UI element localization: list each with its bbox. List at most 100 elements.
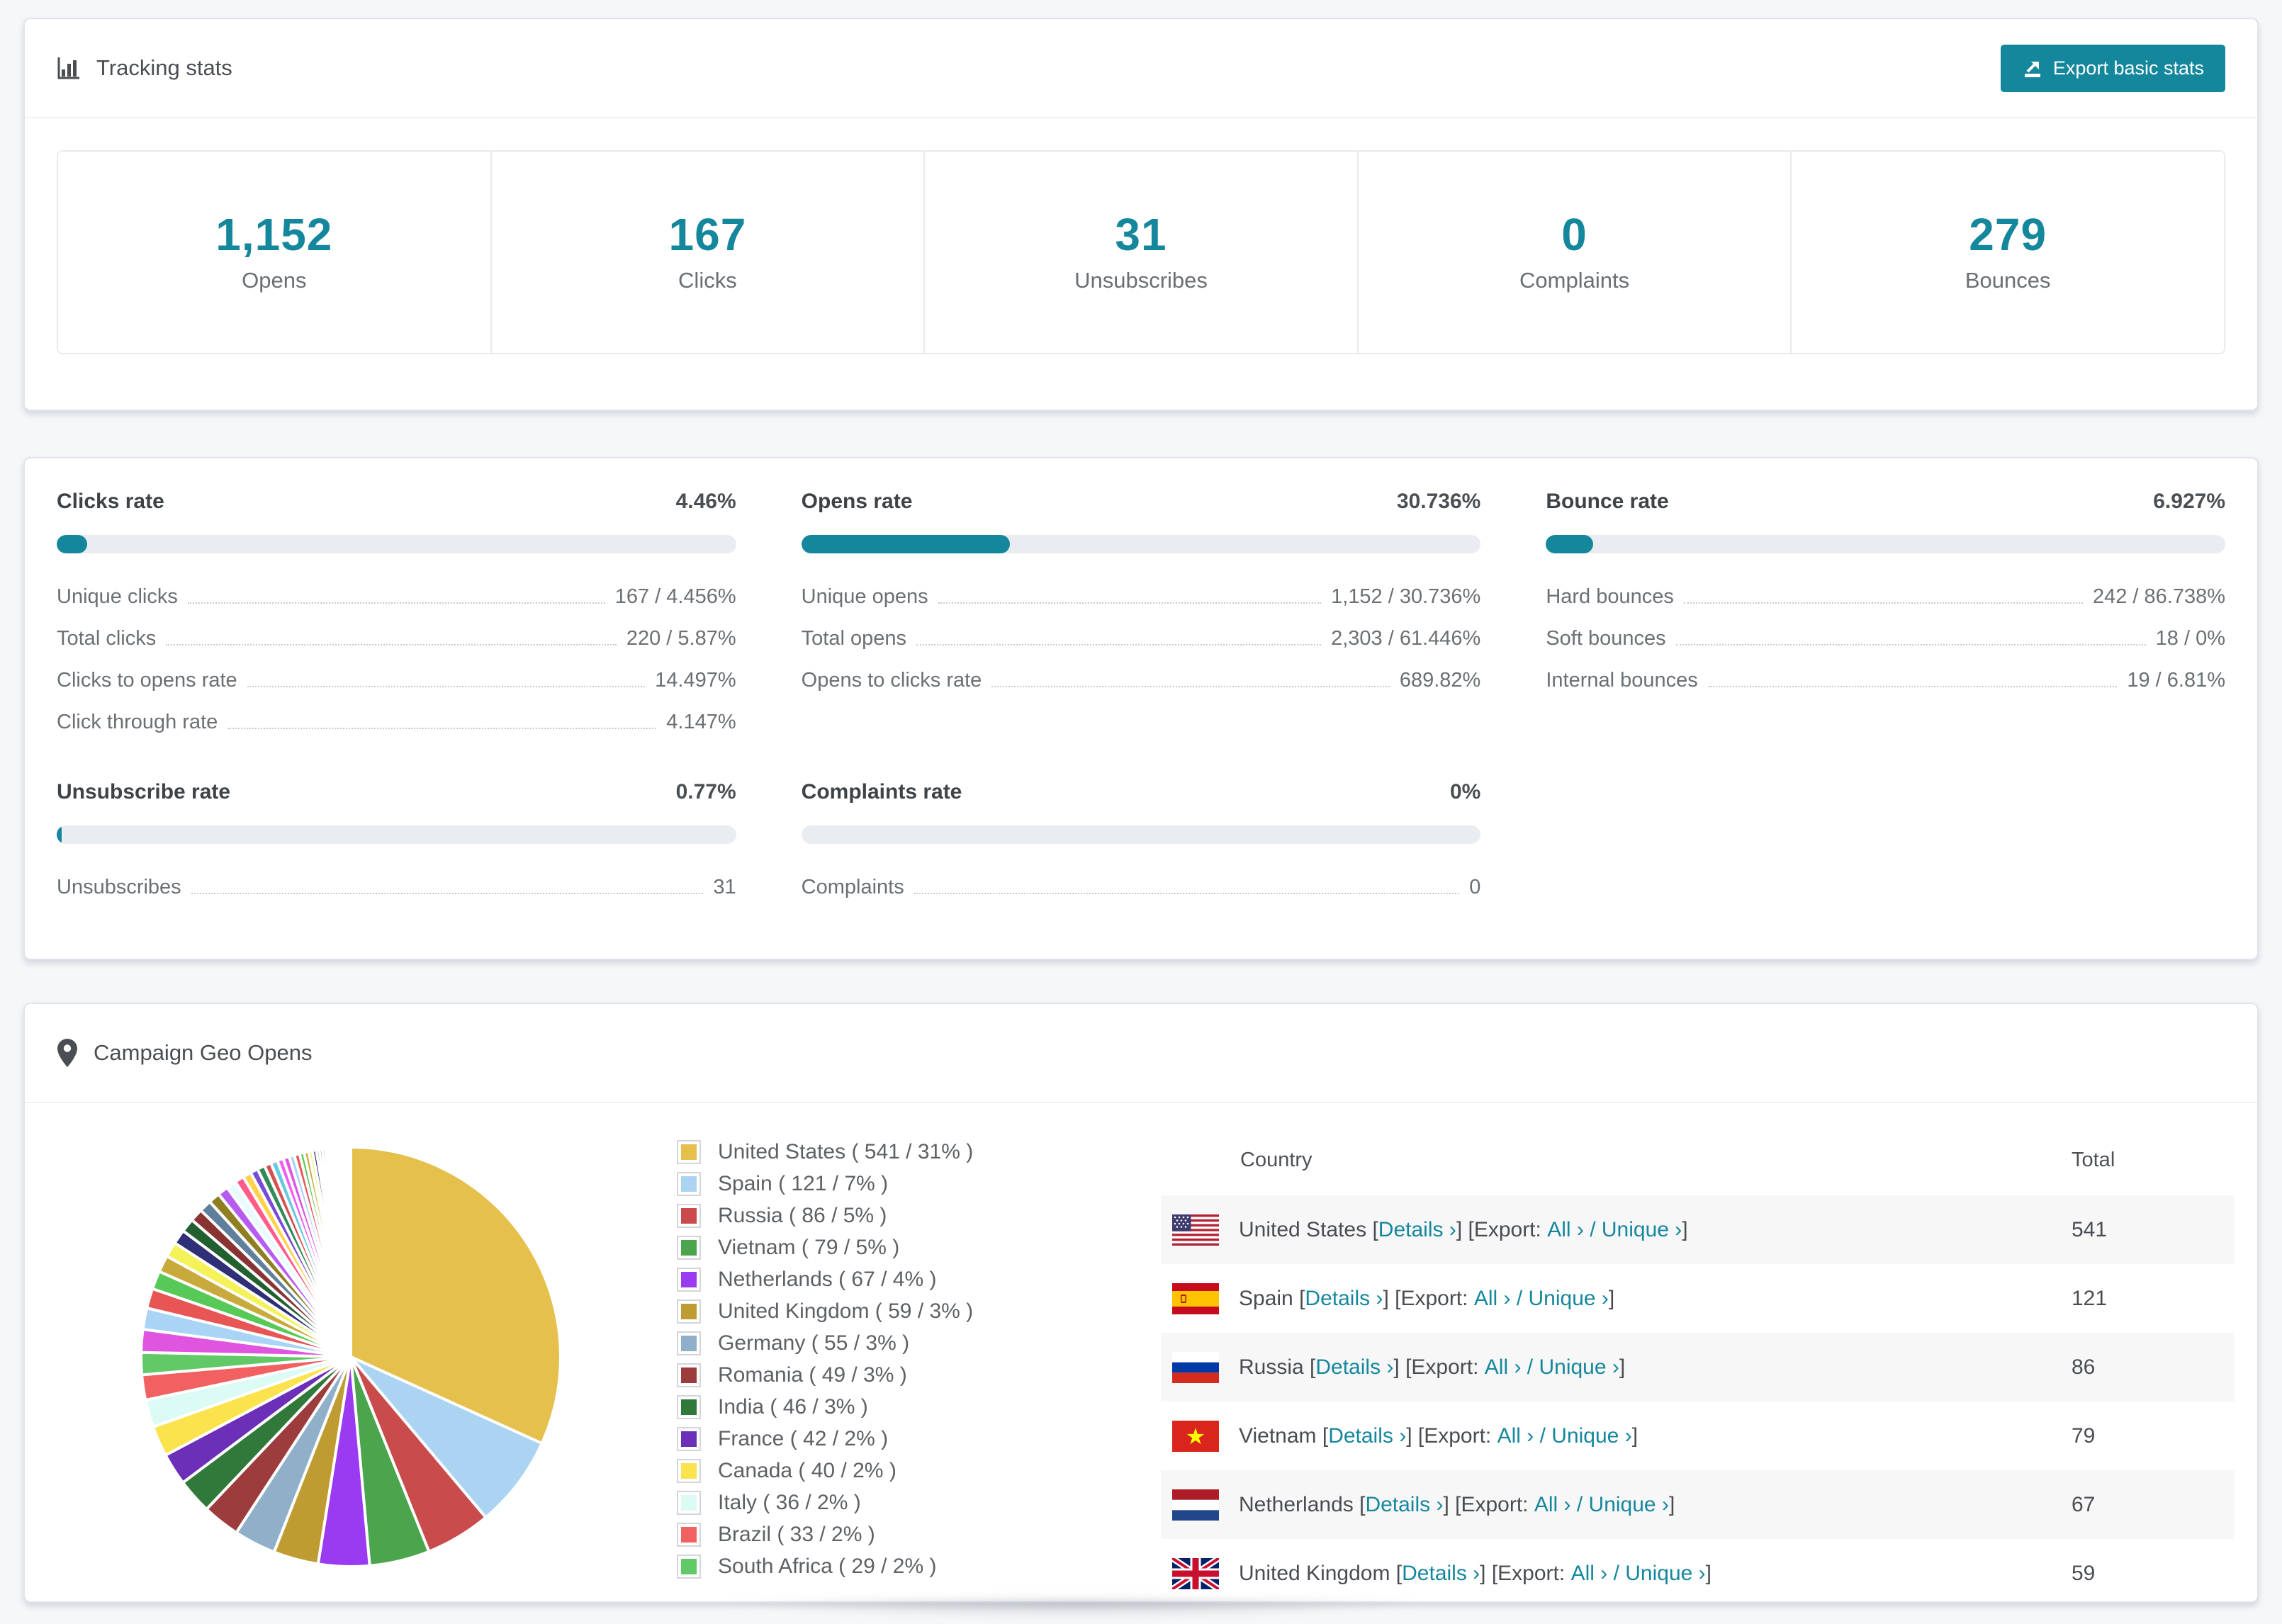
rate-title: Clicks rate: [57, 490, 164, 513]
export-all-link[interactable]: All ›: [1571, 1562, 1608, 1586]
rate-stat-label: Click through rate: [57, 711, 218, 733]
rate-stat-value: 19 / 6.81%: [2127, 669, 2225, 692]
legend-item-india: India ( 46 / 3% ): [677, 1395, 973, 1419]
stat-box-clicks: 167 Clicks: [490, 152, 924, 353]
details-link[interactable]: Details ›: [1315, 1355, 1393, 1380]
legend-swatch-icon: [677, 1491, 701, 1515]
legend-item-united-kingdom: United Kingdom ( 59 / 3% ): [677, 1299, 973, 1324]
details-link[interactable]: Details ›: [1328, 1424, 1406, 1448]
export-unique-link[interactable]: Unique ›: [1625, 1562, 1705, 1586]
stat-box-unsubscribes: 31 Unsubscribes: [923, 152, 1357, 353]
export-unique-link[interactable]: Unique ›: [1529, 1287, 1609, 1311]
geo-table-header-country: Country: [1161, 1149, 2072, 1172]
progress-bar-fill: [57, 825, 62, 844]
legend-label: Spain ( 121 / 7% ): [718, 1172, 889, 1195]
stat-label: Complaints: [1519, 268, 1630, 293]
export-all-link[interactable]: All ›: [1497, 1424, 1534, 1448]
dotted-leader: [166, 644, 617, 645]
legend-label: Canada ( 40 / 2% ): [718, 1459, 896, 1482]
legend-item-brazil: Brazil ( 33 / 2% ): [677, 1523, 973, 1547]
legend-label: United States ( 541 / 31% ): [718, 1140, 974, 1163]
legend-item-spain: Spain ( 121 / 7% ): [677, 1172, 973, 1196]
rate-title: Complaints rate: [801, 780, 962, 803]
slash-separator: /: [1570, 1492, 1589, 1516]
pie-svg: [140, 1145, 562, 1568]
country-cell: United Kingdom [Details ›] [Export: All …: [1161, 1555, 2072, 1592]
geo-pie-chart: [131, 1137, 570, 1580]
progress-bar: [1546, 535, 2225, 553]
export-basic-stats-button[interactable]: Export basic stats: [2000, 44, 2225, 92]
export-all-link[interactable]: All ›: [1547, 1218, 1584, 1242]
legend-swatch-icon: [677, 1204, 701, 1228]
gb-flag-icon: [1170, 1555, 1221, 1592]
us-flag-icon: [1172, 1214, 1219, 1246]
bracket-text: ] [Export:: [1443, 1492, 1534, 1516]
rate-stat-row: Total opens 2,303 / 61.446%: [802, 618, 1481, 660]
rate-head: Complaints rate 0%: [802, 780, 1481, 804]
table-row-united-kingdom: United Kingdom [Details ›] [Export: All …: [1161, 1539, 2235, 1601]
rate-stat-row: Unique opens 1,152 / 30.736%: [802, 576, 1481, 618]
legend-label: France ( 42 / 2% ): [718, 1427, 889, 1450]
rate-stat-value: 18 / 0%: [2155, 627, 2225, 650]
geo-body: United States ( 541 / 31% ) Spain ( 121 /…: [25, 1103, 2257, 1601]
dotted-leader: [227, 728, 657, 729]
legend-label: Netherlands ( 67 / 4% ): [718, 1268, 937, 1291]
dotted-leader: [914, 893, 1460, 894]
bar-chart-icon: [57, 57, 79, 79]
stat-value: 1,152: [215, 209, 333, 260]
details-link[interactable]: Details ›: [1305, 1287, 1383, 1311]
geo-card-header: Campaign Geo Opens: [25, 1004, 2257, 1103]
rate-stat-label: Hard bounces: [1546, 585, 1674, 608]
rate-stat-row: Clicks to opens rate 14.497%: [57, 660, 736, 701]
rate-stat-value: 220 / 5.87%: [626, 627, 736, 650]
stat-box-opens: 1,152 Opens: [58, 152, 490, 353]
legend-swatch-icon: [677, 1299, 701, 1324]
legend-swatch-icon: [677, 1268, 701, 1292]
details-link[interactable]: Details ›: [1365, 1493, 1443, 1517]
legend-item-canada: Canada ( 40 / 2% ): [677, 1459, 973, 1483]
slash-separator: /: [1510, 1286, 1529, 1310]
rate-stat-label: Unsubscribes: [57, 876, 181, 898]
details-link[interactable]: Details ›: [1402, 1562, 1480, 1586]
export-unique-link[interactable]: Unique ›: [1589, 1493, 1669, 1517]
details-link[interactable]: Details ›: [1378, 1218, 1456, 1242]
total-cell: 121: [2072, 1286, 2108, 1310]
country-name: United States [: [1239, 1217, 1378, 1241]
total-cell: 541: [2072, 1217, 2108, 1241]
progress-bar-fill: [801, 535, 1011, 553]
export-all-link[interactable]: All ›: [1534, 1493, 1571, 1517]
export-icon: [2024, 62, 2040, 77]
progress-bar-fill: [57, 535, 87, 553]
bottom-shadow: [680, 1600, 1467, 1624]
export-unique-link[interactable]: Unique ›: [1539, 1355, 1619, 1380]
legend-swatch-icon: [677, 1427, 701, 1451]
export-all-link[interactable]: All ›: [1485, 1355, 1522, 1380]
export-all-link[interactable]: All ›: [1474, 1287, 1511, 1311]
rate-percent-value: 4.46%: [675, 490, 736, 513]
stat-label: Opens: [242, 268, 307, 293]
rate-title: Opens rate: [801, 490, 913, 513]
rate-stat-row: Total clicks 220 / 5.87%: [57, 618, 736, 660]
legend-swatch-icon: [677, 1555, 701, 1579]
rate-stat-value: 4.147%: [666, 711, 736, 733]
rate-title: Bounce rate: [1546, 490, 1669, 513]
stat-value: 279: [1969, 209, 2047, 260]
legend-item-south-africa: South Africa ( 29 / 2% ): [677, 1555, 973, 1579]
bracket-text: ] [Export:: [1383, 1286, 1474, 1310]
geo-opens-table: Country Total United States [Details ›] […: [1161, 1124, 2235, 1601]
legend-swatch-icon: [677, 1363, 701, 1387]
export-unique-link[interactable]: Unique ›: [1551, 1424, 1631, 1448]
legend-item-france: France ( 42 / 2% ): [677, 1427, 973, 1451]
export-unique-link[interactable]: Unique ›: [1602, 1218, 1682, 1242]
rate-stat-row: Opens to clicks rate 689.82%: [802, 660, 1481, 701]
legend-swatch-icon: [677, 1140, 701, 1164]
dotted-leader: [1675, 644, 2146, 645]
rate-stat-label: Soft bounces: [1546, 627, 1666, 650]
table-row-netherlands: Netherlands [Details ›] [Export: All › /…: [1161, 1470, 2235, 1539]
rate-stat-label: Complaints: [801, 876, 904, 898]
country-name: Netherlands [: [1239, 1492, 1366, 1516]
legend-item-russia: Russia ( 86 / 5% ): [677, 1204, 973, 1228]
section-opens-rate: Opens rate 30.736% Unique opens 1,152 / 30.…: [801, 490, 1481, 743]
rate-stat-value: 1,152 / 30.736%: [1331, 585, 1481, 608]
country-cell: Spain [Details ›] [Export: All › / Uniqu…: [1161, 1282, 2072, 1314]
